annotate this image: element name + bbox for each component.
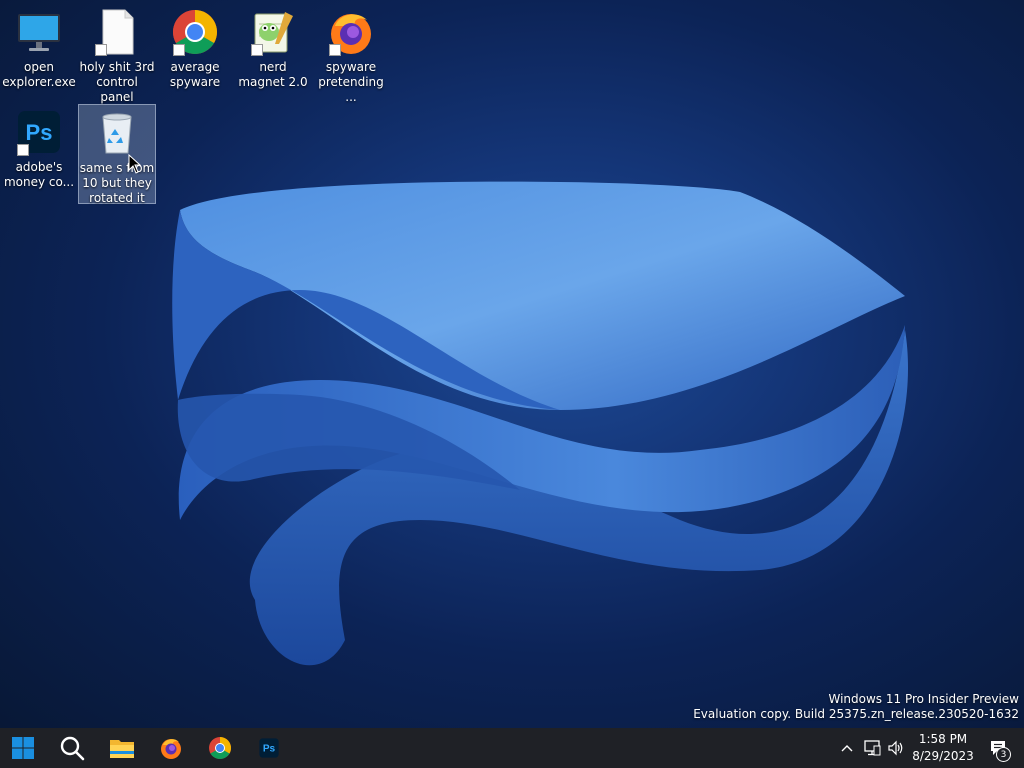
file-explorer-icon [110,740,134,758]
start-icon [12,737,34,759]
taskbar-photoshop[interactable]: Ps [247,728,291,768]
search-button[interactable] [50,728,94,768]
monitor-icon [15,8,63,56]
start-button[interactable] [1,728,45,768]
network-button[interactable] [861,728,883,768]
recycle-bin-icon [93,109,141,157]
clock-time: 1:58 PM [918,732,968,746]
desktop-icon-label: average spyware [169,60,221,89]
svg-text:Ps: Ps [26,120,53,145]
volume-button[interactable] [885,728,907,768]
taskbar-chrome[interactable] [198,728,242,768]
chevron-up-icon [841,745,853,752]
desktop-icon-label: adobe's money co... [3,160,75,189]
shortcut-arrow-icon [95,44,107,56]
desktop-icon-nerd-magnet[interactable]: nerd magnet 2.0 [234,4,312,100]
firefox-icon [327,8,375,56]
volume-icon [888,740,903,756]
evaluation-watermark: Windows 11 Pro Insider Preview Evaluatio… [693,692,1019,722]
search-icon [60,736,85,761]
desktop-icon-control-panel[interactable]: holy shit 3rd control panel [78,4,156,104]
network-icon [864,740,881,756]
desktop-icon-spyware-pretending[interactable]: spyware pretending ... [312,4,390,104]
desktop-icon-label: spyware pretending ... [318,60,384,104]
desktop-icon-label: open explorer.exe [2,60,76,89]
shortcut-arrow-icon [173,44,185,56]
desktop-icon-adobe[interactable]: Ps adobe's money co... [0,104,78,200]
mouse-cursor-icon [128,154,142,174]
desktop-icon-label: same s from 10 but they rotated it [79,161,155,205]
photoshop-icon: Ps [15,108,63,156]
taskbar-firefox[interactable] [149,728,193,768]
blank-file-icon [93,8,141,56]
desktop-icon-label: nerd magnet 2.0 [238,60,308,89]
firefox-icon [161,739,181,759]
taskbar: Ps 1:58 PM 8/29/2023 [0,728,1024,768]
shortcut-arrow-icon [329,44,341,56]
desktop-icon-average-spyware[interactable]: average spyware [156,4,234,100]
chrome-icon [209,737,231,759]
taskbar-file-explorer[interactable] [100,728,144,768]
svg-text:Ps: Ps [263,744,276,755]
clock-date: 8/29/2023 [912,749,974,763]
photoshop-icon: Ps [259,738,279,758]
notification-count-badge: 3 [996,747,1011,762]
desktop-icon-open-explorer[interactable]: open explorer.exe [0,4,78,100]
shortcut-arrow-icon [251,44,263,56]
notepad-plus-plus-icon [249,8,297,56]
watermark-line-1: Windows 11 Pro Insider Preview [828,692,1019,706]
show-hidden-icons-button[interactable] [838,728,856,768]
desktop-icon-recycle-bin[interactable]: same s from 10 but they rotated it [78,104,156,205]
clock[interactable]: 1:58 PM 8/29/2023 [908,731,978,765]
watermark-line-2: Evaluation copy. Build 25375.zn_release.… [693,707,1019,721]
shortcut-arrow-icon [17,144,29,156]
chrome-icon [171,8,219,56]
desktop-icon-label: holy shit 3rd control panel [79,60,155,104]
desktop[interactable]: open explorer.exe holy shit 3rd control … [0,0,1024,728]
